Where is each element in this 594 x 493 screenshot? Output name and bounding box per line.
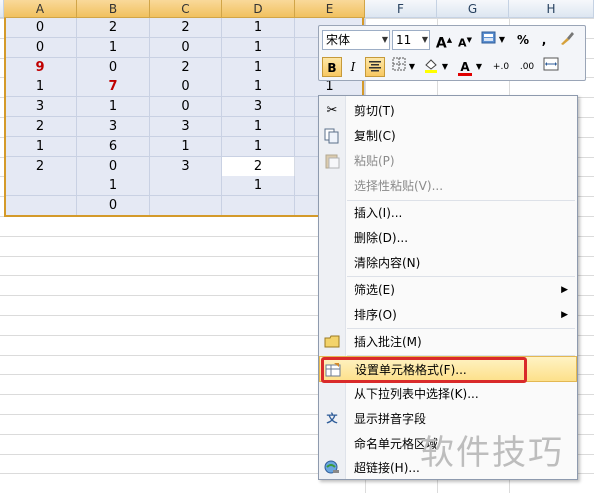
menu-item-insert-comment-label: 插入批注(M) <box>354 335 422 349</box>
percent-button[interactable]: % <box>513 30 533 50</box>
font-color-swatch <box>458 73 472 76</box>
chevron-down-icon: ▼ <box>421 35 428 44</box>
menu-item-phonetic-label: 显示拼音字段 <box>354 412 427 426</box>
context-menu: ✂ 剪切(T) 复制(C) 粘贴(P) 选择性粘贴(V)... 插入(I)...… <box>318 95 578 480</box>
borders-button[interactable] <box>389 57 409 77</box>
merge-center-button[interactable] <box>541 57 561 77</box>
menu-item-copy[interactable]: 复制(C) <box>319 123 577 149</box>
menu-item-filter-label: 筛选(E) <box>354 283 395 297</box>
format-painter-style-button[interactable] <box>479 30 499 50</box>
menu-item-clear-label: 清除内容(N) <box>354 256 421 270</box>
borders-dropdown[interactable]: ▼ <box>407 57 417 77</box>
menu-item-paste-special[interactable]: 选择性粘贴(V)... <box>319 173 577 199</box>
submenu-arrow-icon: ▶ <box>561 310 568 320</box>
shrink-font-button[interactable]: A▼ <box>455 30 475 50</box>
menu-item-pick-from-list[interactable]: 从下拉列表中选择(K)... <box>319 381 577 407</box>
font-color-label: A <box>460 60 470 74</box>
menu-item-clear-contents[interactable]: 清除内容(N) <box>319 250 577 276</box>
menu-item-cut-label: 剪切(T) <box>354 104 395 118</box>
menu-item-delete-label: 删除(D)... <box>354 231 409 245</box>
menu-item-hyperlink-label: 超链接(H)... <box>354 461 420 475</box>
comment-icon <box>324 334 340 350</box>
phonetic-icon: 文 <box>326 412 338 425</box>
borders-icon <box>392 57 406 71</box>
menu-item-paste[interactable]: 粘贴(P) <box>319 148 577 174</box>
font-size-combo[interactable]: 11 ▼ <box>392 30 430 50</box>
column-header-h[interactable]: H <box>509 0 594 18</box>
scissors-icon: ✂ <box>326 103 338 118</box>
menu-item-paste-label: 粘贴(P) <box>354 154 395 168</box>
selection-border <box>4 18 364 217</box>
font-name-value: 宋体 <box>326 33 351 47</box>
menu-item-pick-from-list-label: 从下拉列表中选择(K)... <box>354 387 479 401</box>
submenu-arrow-icon: ▶ <box>561 285 568 295</box>
increase-decimal-label: +.0 <box>492 62 510 72</box>
column-header-e[interactable]: E <box>295 0 365 18</box>
shrink-font-label: A <box>458 36 467 50</box>
fill-bucket-icon <box>425 59 437 73</box>
styles-icon <box>481 31 496 44</box>
menu-item-filter[interactable]: 筛选(E) ▶ <box>319 277 577 303</box>
percent-label: % <box>516 33 530 47</box>
menu-item-sort-label: 排序(O) <box>354 308 397 322</box>
menu-item-insert-label: 插入(I)... <box>354 206 403 220</box>
fill-color-button[interactable] <box>421 57 441 77</box>
menu-item-cut[interactable]: ✂ 剪切(T) <box>319 98 577 124</box>
highlight-annotation-box <box>321 357 527 383</box>
column-header-d[interactable]: D <box>222 0 295 18</box>
italic-button[interactable]: I <box>343 57 363 77</box>
menu-item-insert[interactable]: 插入(I)... <box>319 200 577 226</box>
bold-label: B <box>327 61 337 75</box>
column-header-a[interactable]: A <box>4 0 77 18</box>
column-header-c[interactable]: C <box>150 0 222 18</box>
copy-icon <box>324 128 340 144</box>
align-center-button[interactable] <box>365 57 385 77</box>
menu-item-copy-label: 复制(C) <box>354 129 396 143</box>
grow-font-label: A <box>435 35 447 52</box>
bold-button[interactable]: B <box>322 57 342 77</box>
format-painter-button[interactable] <box>557 30 577 50</box>
column-header-g[interactable]: G <box>437 0 509 18</box>
column-header-f[interactable]: F <box>365 0 437 18</box>
font-color-dropdown[interactable]: ▼ <box>474 57 484 77</box>
font-size-value: 11 <box>396 33 412 47</box>
brush-icon <box>561 32 574 45</box>
column-header-b[interactable]: B <box>77 0 150 18</box>
increase-decimal-button[interactable]: +.0 <box>489 57 513 77</box>
styles-dropdown[interactable]: ▼ <box>497 30 507 50</box>
hyperlink-icon <box>324 460 340 476</box>
italic-label: I <box>350 60 356 74</box>
decrease-decimal-label: .00 <box>519 62 535 72</box>
comma-button[interactable]: , <box>534 30 554 50</box>
menu-item-delete[interactable]: 删除(D)... <box>319 225 577 251</box>
comma-label: , <box>541 33 547 47</box>
paste-icon <box>324 153 340 169</box>
align-center-icon <box>369 61 381 72</box>
chevron-down-icon: ▼ <box>381 35 388 44</box>
fill-color-dropdown[interactable]: ▼ <box>440 57 450 77</box>
menu-item-insert-comment[interactable]: 插入批注(M) <box>319 329 577 355</box>
merge-cells-icon <box>543 57 559 71</box>
grow-font-button[interactable]: A▲ <box>434 30 454 52</box>
watermark: 软件技巧 <box>420 433 564 473</box>
menu-item-sort[interactable]: 排序(O) ▶ <box>319 302 577 328</box>
select-all-corner[interactable] <box>0 0 4 18</box>
menu-item-paste-special-label: 选择性粘贴(V)... <box>354 179 444 193</box>
decrease-decimal-button[interactable]: .00 <box>515 57 539 77</box>
font-name-combo[interactable]: 宋体 ▼ <box>322 30 390 50</box>
mini-toolbar: 宋体 ▼ 11 ▼ A▲ A▼ ▼ % , B I ▼ ▼ A ▼ +.0 .0… <box>318 25 586 81</box>
font-color-button[interactable]: A <box>455 57 475 77</box>
